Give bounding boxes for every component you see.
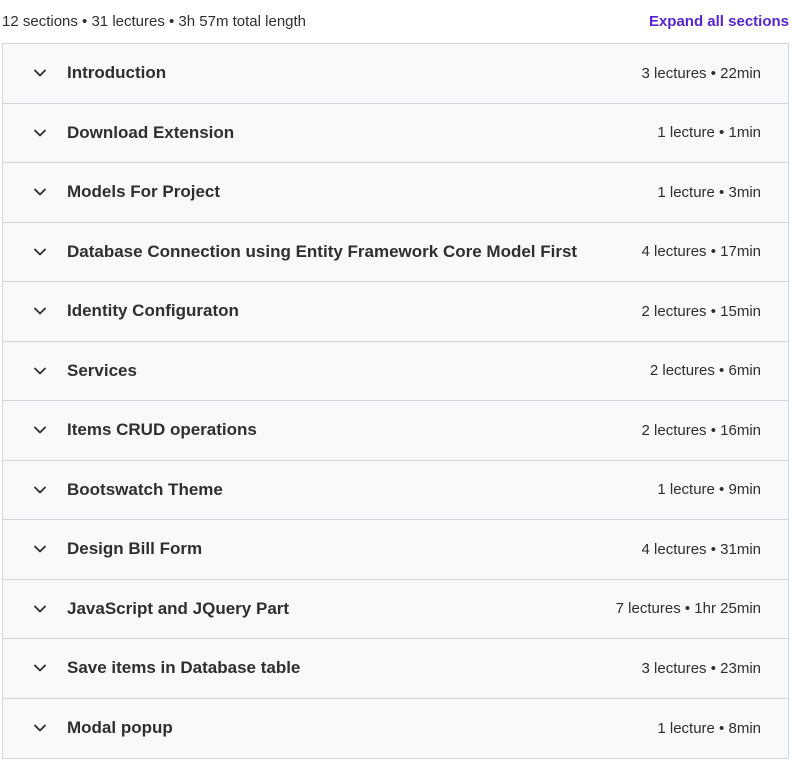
section-lecture-count: 4 lectures • 31min: [641, 540, 761, 558]
section-row[interactable]: Introduction 3 lectures • 22min: [3, 44, 788, 104]
section-row[interactable]: JavaScript and JQuery Part 7 lectures • 1…: [3, 579, 788, 639]
section-title: Save items in Database table: [67, 658, 301, 678]
section-row[interactable]: Database Connection using Entity Framewo…: [3, 222, 788, 282]
section-row[interactable]: Items CRUD operations 2 lectures • 16min: [3, 401, 788, 461]
chevron-down-icon[interactable]: [33, 602, 47, 616]
section-lecture-count: 1 lecture • 9min: [657, 481, 761, 499]
section-title: Modal popup: [67, 718, 173, 738]
section-title: Database Connection using Entity Framewo…: [67, 241, 578, 261]
chevron-down-icon[interactable]: [33, 483, 47, 497]
section-title: Items CRUD operations: [67, 420, 257, 440]
section-row[interactable]: Models For Project 1 lecture • 3min: [3, 163, 788, 223]
curriculum-header: 12 sections • 31 lectures • 3h 57m total…: [0, 0, 792, 43]
section-title: Download Extension: [67, 122, 235, 142]
chevron-down-icon[interactable]: [33, 304, 47, 318]
section-lecture-count: 7 lectures • 1hr 25min: [615, 600, 761, 618]
chevron-down-icon[interactable]: [33, 423, 47, 437]
section-title: Services: [67, 360, 137, 380]
chevron-down-icon[interactable]: [33, 542, 47, 556]
section-row[interactable]: Bootswatch Theme 1 lecture • 9min: [3, 460, 788, 520]
chevron-down-icon[interactable]: [33, 245, 47, 259]
chevron-down-icon[interactable]: [33, 126, 47, 140]
section-row[interactable]: Identity Configuraton 2 lectures • 15min: [3, 282, 788, 342]
section-lecture-count: 2 lectures • 16min: [641, 421, 761, 439]
chevron-down-icon[interactable]: [33, 721, 47, 735]
section-title: Design Bill Form: [67, 539, 203, 559]
section-lecture-count: 2 lectures • 6min: [649, 362, 761, 380]
section-lecture-count: 2 lectures • 15min: [641, 302, 761, 320]
chevron-down-icon[interactable]: [33, 66, 47, 80]
chevron-down-icon[interactable]: [33, 661, 47, 675]
curriculum-summary: 12 sections • 31 lectures • 3h 57m total…: [2, 13, 307, 30]
section-lecture-count: 3 lectures • 23min: [641, 659, 761, 677]
section-title: Introduction: [67, 63, 167, 83]
section-title: Models For Project: [67, 182, 221, 202]
section-lecture-count: 1 lecture • 1min: [657, 124, 761, 142]
section-row[interactable]: Save items in Database table 3 lectures •…: [3, 639, 788, 699]
section-lecture-count: 3 lectures • 22min: [641, 64, 761, 82]
section-lecture-count: 1 lecture • 3min: [657, 183, 761, 201]
section-row[interactable]: Download Extension 1 lecture • 1min: [3, 103, 788, 163]
section-lecture-count: 4 lectures • 17min: [641, 243, 761, 261]
section-title: JavaScript and JQuery Part: [67, 598, 290, 618]
expand-all-sections-button[interactable]: Expand all sections: [649, 13, 789, 30]
chevron-down-icon[interactable]: [33, 364, 47, 378]
chevron-down-icon[interactable]: [33, 185, 47, 199]
section-row[interactable]: Design Bill Form 4 lectures • 31min: [3, 520, 788, 580]
section-row[interactable]: Modal popup 1 lecture • 8min: [3, 698, 788, 758]
section-title: Bootswatch Theme: [67, 479, 223, 499]
section-row[interactable]: Services 2 lectures • 6min: [3, 341, 788, 401]
section-list: Introduction 3 lectures • 22min Download E…: [2, 43, 789, 759]
section-title: Identity Configuraton: [67, 301, 239, 321]
section-lecture-count: 1 lecture • 8min: [657, 719, 761, 737]
